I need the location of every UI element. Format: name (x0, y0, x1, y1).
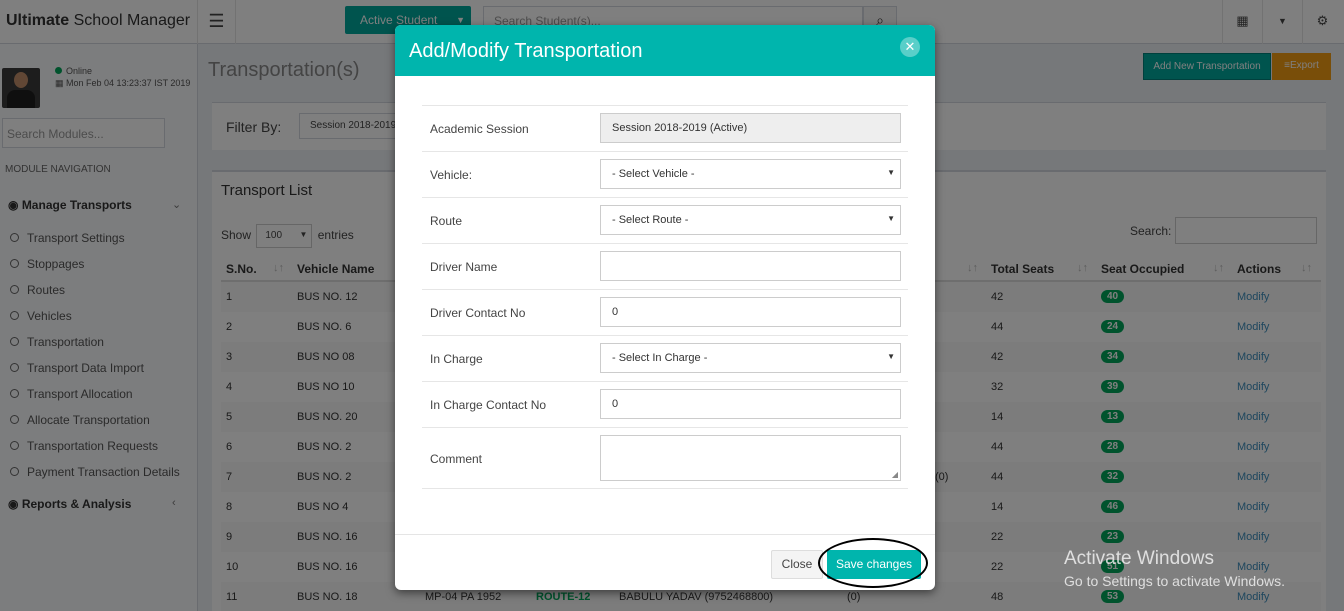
in-charge-label: In Charge (430, 352, 483, 366)
form-row-driver-name: Driver Name (422, 243, 908, 289)
activate-windows-subtitle: Go to Settings to activate Windows. (1064, 573, 1285, 589)
form-row-route: Route - Select Route - ▼ (422, 197, 908, 243)
highlight-ellipse (818, 538, 928, 588)
in-charge-contact-label: In Charge Contact No (430, 398, 547, 412)
vehicle-select[interactable]: - Select Vehicle - ▼ (600, 159, 901, 189)
form-row-in-charge: In Charge - Select In Charge - ▼ (422, 335, 908, 381)
resize-grip-icon[interactable]: ◢ (892, 470, 898, 479)
comment-label: Comment (430, 452, 483, 466)
activate-windows-title: Activate Windows (1064, 548, 1214, 569)
modal-header: Add/Modify Transportation ✕ (395, 25, 935, 76)
modal-title: Add/Modify Transportation (409, 40, 643, 62)
form-row-in-charge-contact: In Charge Contact No 0 (422, 381, 908, 427)
driver-contact-input[interactable]: 0 (600, 297, 901, 327)
route-select[interactable]: - Select Route - ▼ (600, 205, 901, 235)
in-charge-select[interactable]: - Select In Charge - ▼ (600, 343, 901, 373)
in-charge-contact-input[interactable]: 0 (600, 389, 901, 419)
comment-textarea[interactable]: ◢ (600, 435, 901, 481)
close-button[interactable]: Close (771, 550, 823, 579)
driver-name-label: Driver Name (430, 260, 498, 274)
form-row-driver-contact: Driver Contact No 0 (422, 289, 908, 335)
close-icon[interactable]: ✕ (900, 37, 920, 57)
form-row-vehicle: Vehicle: - Select Vehicle - ▼ (422, 151, 908, 197)
form-row-comment: Comment ◢ (422, 427, 908, 489)
driver-contact-label: Driver Contact No (430, 306, 526, 320)
vehicle-label: Vehicle: (430, 168, 473, 182)
add-modify-transportation-modal: Add/Modify Transportation ✕ Academic Ses… (395, 25, 935, 590)
caret-down-icon: ▼ (887, 168, 895, 177)
academic-session-field: Session 2018-2019 (Active) (600, 113, 901, 143)
caret-down-icon: ▼ (887, 352, 895, 361)
form-row-academic-session: Academic Session Session 2018-2019 (Acti… (422, 105, 908, 151)
driver-name-input[interactable] (600, 251, 901, 281)
caret-down-icon: ▼ (887, 214, 895, 223)
route-label: Route (430, 214, 463, 228)
academic-session-label: Academic Session (430, 122, 529, 136)
